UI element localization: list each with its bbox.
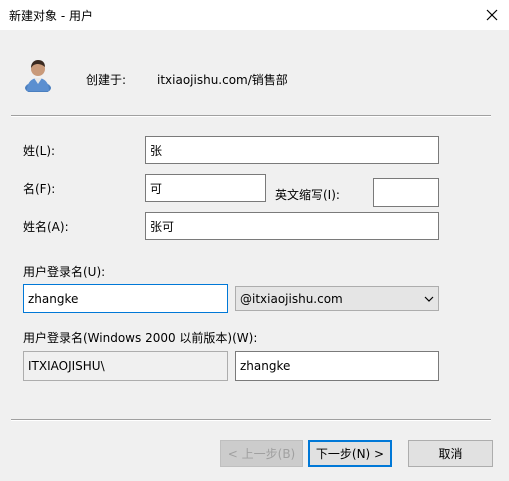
first-name-input[interactable] (145, 174, 266, 202)
logon-name-label: 用户登录名(U): (23, 265, 106, 279)
separator-bottom (11, 419, 491, 421)
cancel-button[interactable]: 取消 (408, 440, 493, 467)
close-icon (486, 9, 498, 21)
pre2000-logon-label: 用户登录名(Windows 2000 以前版本)(W): (23, 331, 258, 345)
last-name-input[interactable] (145, 136, 439, 164)
domain-select[interactable]: @itxiaojishu.com (235, 286, 439, 311)
separator-top (11, 115, 491, 117)
new-user-dialog: 新建对象 - 用户 创建于: itxiaojishu.com/销售部 姓(L):… (0, 0, 509, 481)
logon-name-input[interactable] (23, 284, 228, 313)
first-name-label: 名(F): (23, 182, 56, 196)
pre2000-domain-field (23, 351, 228, 381)
full-name-input[interactable] (145, 212, 439, 240)
user-icon (25, 60, 51, 92)
close-button[interactable] (475, 0, 509, 30)
created-in-label: 创建于: (86, 73, 127, 87)
title-bar: 新建对象 - 用户 (0, 0, 509, 30)
initials-label: 英文缩写(I): (275, 188, 340, 202)
chevron-down-icon (424, 296, 434, 302)
next-button[interactable]: 下一步(N) > (308, 440, 392, 467)
last-name-label: 姓(L): (23, 144, 56, 158)
domain-select-value: @itxiaojishu.com (240, 291, 343, 306)
initials-input[interactable] (373, 178, 439, 207)
pre2000-logon-input[interactable] (235, 351, 439, 381)
window-title: 新建对象 - 用户 (9, 9, 93, 23)
back-button[interactable]: < 上一步(B) (220, 440, 303, 467)
full-name-label: 姓名(A): (23, 220, 69, 234)
created-in-path: itxiaojishu.com/销售部 (157, 73, 288, 87)
